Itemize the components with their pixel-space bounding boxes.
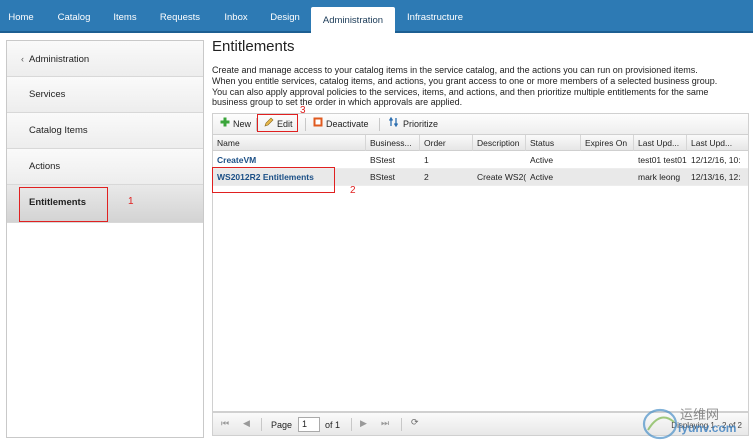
watermark-logo: 运维网 iyunv.com — [640, 400, 750, 444]
page-description: Create and manage access to your catalog… — [212, 65, 747, 108]
table-cell: BStest — [370, 172, 396, 182]
annotation-box-entitlements — [19, 187, 108, 222]
table-cell: mark leong — [638, 172, 681, 182]
column-header-order[interactable]: Order — [420, 135, 473, 151]
tab-catalog[interactable]: Catalog — [48, 0, 100, 33]
sidebar-item-catalog-items[interactable]: Catalog Items — [7, 113, 203, 149]
sidebar-item-label: Actions — [29, 161, 61, 172]
description-line: When you entitle services, catalog items… — [212, 75, 718, 86]
sidebar-item-label: Services — [29, 89, 66, 100]
table-cell: BStest — [370, 155, 396, 165]
deactivate-button-label: Deactivate — [326, 119, 369, 129]
new-button-label: New — [233, 119, 252, 129]
column-header-business-group[interactable]: Business... — [366, 135, 420, 151]
column-header-name[interactable]: Name — [213, 135, 366, 151]
plus-icon — [220, 117, 230, 132]
column-header-expires-on[interactable]: Expires On — [581, 135, 634, 151]
table-cell: 2 — [424, 172, 429, 182]
prioritize-icon — [388, 116, 400, 132]
tab-design[interactable]: Design — [262, 0, 308, 33]
prioritize-button[interactable]: Prioritize — [388, 116, 439, 132]
watermark-url: iyunv.com — [678, 421, 737, 435]
previous-page-icon[interactable]: ◀ — [243, 418, 250, 429]
pager-divider — [401, 418, 402, 431]
page-label: Page — [271, 420, 293, 430]
grid-header: Name Business... Order Description Statu… — [213, 135, 748, 151]
column-header-last-updated-by[interactable]: Last Upd... — [634, 135, 687, 151]
tab-items[interactable]: Items — [104, 0, 146, 33]
annotation-number: 2 — [350, 185, 356, 196]
tab-requests[interactable]: Requests — [152, 0, 208, 33]
refresh-icon[interactable]: ⟳ — [411, 417, 419, 428]
table-cell: 1 — [424, 155, 429, 165]
first-page-icon[interactable]: ⏮ — [221, 418, 229, 429]
sidebar-item-actions[interactable]: Actions — [7, 149, 203, 185]
stop-icon — [313, 117, 323, 132]
table-cell — [473, 152, 526, 169]
tab-inbox[interactable]: Inbox — [214, 0, 258, 33]
next-page-icon[interactable]: ▶ — [360, 418, 367, 429]
tab-infrastructure[interactable]: Infrastructure — [398, 0, 472, 33]
sidebar-header-administration[interactable]: ‹ Administration — [7, 41, 203, 77]
table-cell: Create WS2( — [477, 172, 526, 182]
table-cell — [581, 169, 634, 186]
tab-administration[interactable]: Administration — [311, 7, 395, 35]
table-cell: 12/13/16, 12: — [691, 172, 741, 182]
column-header-description[interactable]: Description — [473, 135, 526, 151]
sidebar-item-services[interactable]: Services — [7, 77, 203, 113]
new-button[interactable]: New — [220, 117, 251, 132]
table-cell: Active — [530, 155, 554, 165]
pager-divider — [351, 418, 352, 431]
table-cell: 12/12/16, 10: — [691, 155, 741, 165]
prioritize-button-label: Prioritize — [403, 119, 439, 129]
column-header-status[interactable]: Status — [526, 135, 581, 151]
page-number-input[interactable]: 1 — [298, 417, 320, 432]
deactivate-button[interactable]: Deactivate — [313, 117, 369, 132]
sidebar-item-label: Catalog Items — [29, 125, 88, 136]
description-line: You can also apply approval policies to … — [212, 86, 709, 97]
table-cell: Active — [530, 172, 554, 182]
pager-divider — [261, 418, 262, 431]
top-navigation: Home Catalog Items Requests Inbox Design… — [0, 0, 753, 35]
last-page-icon[interactable]: ⏭ — [381, 418, 389, 429]
table-cell — [581, 152, 634, 169]
description-line: Create and manage access to your catalog… — [212, 65, 698, 75]
description-line: business group to set the order in which… — [212, 97, 463, 108]
chevron-left-icon: ‹ — [21, 54, 24, 64]
toolbar-divider — [379, 118, 380, 131]
page-count-label: of 1 — [325, 420, 341, 430]
toolbar-divider — [305, 118, 306, 131]
table-cell: test01 test01 — [638, 155, 687, 165]
annotation-box-row — [212, 167, 335, 193]
sidebar: ‹ Administration Services Catalog Items A… — [6, 40, 204, 438]
annotation-box-edit — [257, 114, 298, 132]
tab-home[interactable]: Home — [0, 0, 42, 33]
annotation-number: 1 — [128, 196, 134, 207]
page-title: Entitlements — [212, 38, 295, 55]
column-header-last-updated[interactable]: Last Upd... — [687, 135, 748, 151]
sidebar-header-label: Administration — [29, 54, 90, 65]
annotation-number: 3 — [300, 105, 306, 116]
